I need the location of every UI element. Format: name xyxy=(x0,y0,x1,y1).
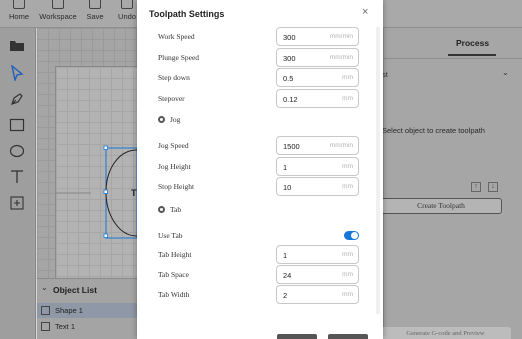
rectangle-tool-button[interactable] xyxy=(6,114,28,136)
folder-icon xyxy=(10,40,24,51)
use-tab-row: Use Tab xyxy=(137,226,383,246)
ellipse-icon xyxy=(9,144,25,158)
home-icon xyxy=(13,0,25,9)
field-label: Tab Width xyxy=(158,290,190,299)
object-list-panel: ⌄ Object List Shape 1 Text 1 xyxy=(37,278,137,339)
field-label: Jog Height xyxy=(158,162,191,171)
tab-width-input[interactable]: 2 mm xyxy=(276,285,359,304)
undo-icon xyxy=(121,0,133,9)
stop-height-input[interactable]: 10 mm xyxy=(276,177,359,196)
ellipse-tool-button[interactable] xyxy=(6,140,28,162)
plunge-speed-input[interactable]: 300 mm/min xyxy=(276,48,359,67)
workspace-icon xyxy=(52,0,64,9)
add-frame-button[interactable] xyxy=(6,192,28,214)
field-label: Plunge Speed xyxy=(158,53,200,62)
dialog-title: Toolpath Settings xyxy=(149,9,225,19)
shape-icon xyxy=(41,306,50,315)
home-button[interactable]: Home xyxy=(4,0,34,28)
dialog-body: Work Speed 300 mm/min Plunge Speed 300 mm/… xyxy=(137,27,383,314)
field-label: Stepover xyxy=(158,94,185,103)
text-tool-button[interactable] xyxy=(6,166,28,188)
step-down-input[interactable]: 0.5 mm xyxy=(276,68,359,87)
object-list-item[interactable]: Text 1 xyxy=(37,319,137,334)
work-speed-input[interactable]: 300 mm/min xyxy=(276,27,359,46)
plunge-speed-row: Plunge Speed 300 mm/min xyxy=(137,48,383,68)
field-label: Tab Space xyxy=(158,270,189,279)
gear-icon xyxy=(158,116,165,123)
toolpath-settings-dialog: Toolpath Settings × Work Speed 300 mm/min… xyxy=(137,0,383,339)
close-icon[interactable]: × xyxy=(362,6,368,18)
stepover-row: Stepover 0.12 mm xyxy=(137,89,383,109)
object-label: Text 1 xyxy=(55,322,76,331)
group-label: Tab xyxy=(170,205,182,214)
pen-icon xyxy=(11,93,23,105)
chevron-down-icon[interactable]: ⌄ xyxy=(502,68,509,77)
text-icon xyxy=(11,170,23,183)
move-down-icon[interactable]: ↓ xyxy=(488,182,498,192)
use-tab-toggle[interactable] xyxy=(344,231,359,240)
step-down-row: Step down 0.5 mm xyxy=(137,68,383,88)
gear-icon xyxy=(158,206,165,213)
tab-space-row: Tab Space 24 mm xyxy=(137,265,383,285)
jog-group-header[interactable]: Jog xyxy=(158,115,180,124)
left-toolbar xyxy=(0,28,36,339)
save-icon xyxy=(89,0,101,9)
jog-height-input[interactable]: 1 mm xyxy=(276,157,359,176)
generate-gcode-button[interactable]: Generate G-code and Preview xyxy=(380,327,511,339)
create-toolpath-button[interactable]: Create Toolpath xyxy=(380,198,502,214)
field-label: Use Tab xyxy=(158,231,183,240)
tab-height-input[interactable]: 1 mm xyxy=(276,245,359,264)
field-label: Stop Height xyxy=(158,182,195,191)
app-window: Home Workspace Save Undo T ⌄ Object List… xyxy=(0,0,522,339)
selected-shape[interactable]: T xyxy=(56,110,137,240)
pen-tool-button[interactable] xyxy=(6,88,28,110)
tab-space-input[interactable]: 24 mm xyxy=(276,265,359,284)
object-list-item[interactable]: Shape 1 xyxy=(37,303,137,318)
tab-group-header[interactable]: Tab xyxy=(158,205,181,214)
select-arrow-icon xyxy=(11,65,24,81)
jog-speed-input[interactable]: 1500 mm/min xyxy=(276,136,359,155)
field-label: Jog Speed xyxy=(158,141,189,150)
object-list-title: Object List xyxy=(53,285,97,295)
workspace-label: Workspace xyxy=(39,12,77,21)
chevron-down-icon[interactable]: ⌄ xyxy=(41,283,48,292)
tab-process[interactable]: Process xyxy=(456,38,489,48)
save-label: Save xyxy=(86,12,104,21)
dialog-scrollbar[interactable] xyxy=(376,27,380,314)
stop-height-row: Stop Height 10 mm xyxy=(137,177,383,197)
cancel-button[interactable] xyxy=(277,334,317,339)
tab-width-row: Tab Width 2 mm xyxy=(137,285,383,305)
ok-button[interactable] xyxy=(328,334,368,339)
divider xyxy=(384,58,522,59)
work-speed-row: Work Speed 300 mm/min xyxy=(137,27,383,47)
toggle-knob xyxy=(351,232,358,239)
stepover-input[interactable]: 0.12 mm xyxy=(276,89,359,108)
group-label: Jog xyxy=(170,115,181,124)
select-tool-button[interactable] xyxy=(6,62,28,84)
empty-toolpath-message: Select object to create toolpath xyxy=(382,126,485,135)
tab-height-row: Tab Height 1 mm xyxy=(137,245,383,265)
home-label: Home xyxy=(8,12,29,21)
field-label: Work Speed xyxy=(158,32,195,41)
move-up-icon[interactable]: ↑ xyxy=(471,182,481,192)
workspace-button[interactable]: Workspace xyxy=(38,0,78,28)
field-label: Step down xyxy=(158,73,190,82)
jog-speed-row: Jog Speed 1500 mm/min xyxy=(137,136,383,156)
right-panel: t Process st ⌄ Select object to create t… xyxy=(380,28,522,339)
jog-height-row: Jog Height 1 mm xyxy=(137,157,383,177)
field-label: Tab Height xyxy=(158,250,192,259)
save-button[interactable]: Save xyxy=(84,0,106,28)
tab-indicator xyxy=(448,54,496,56)
add-frame-icon xyxy=(10,196,24,210)
text-object-icon xyxy=(41,322,50,331)
object-label: Shape 1 xyxy=(55,306,83,315)
undo-label: Undo xyxy=(118,12,136,21)
rectangle-icon xyxy=(9,118,25,132)
open-folder-button[interactable] xyxy=(6,34,28,56)
undo-button[interactable]: Undo xyxy=(116,0,138,28)
